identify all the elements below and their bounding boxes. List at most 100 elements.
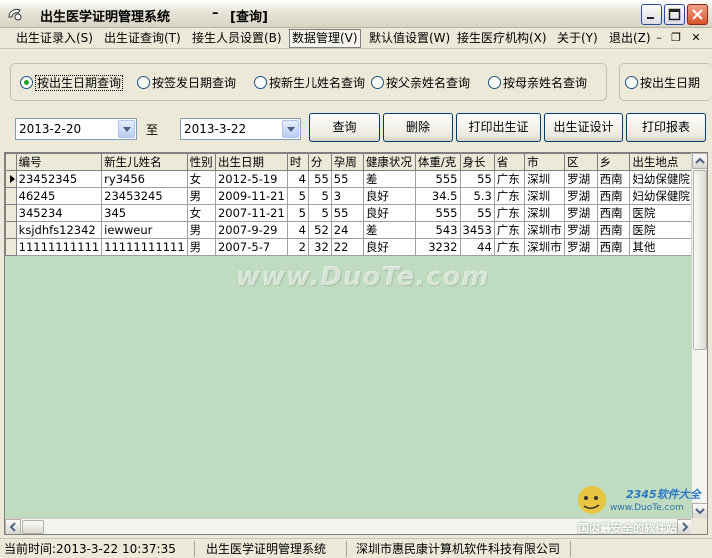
table-cell[interactable]: 4: [286, 221, 309, 239]
column-header[interactable]: 市: [524, 153, 566, 171]
table-cell[interactable]: 55: [459, 204, 495, 222]
table-cell[interactable]: 良好: [362, 187, 416, 205]
table-cell[interactable]: 妇幼保健院: [629, 187, 693, 205]
table-row[interactable]: 345234 345 女 2007-11-21 5 5 55 良好 555 55…: [5, 204, 693, 222]
menu-cert-entry[interactable]: 出生证录入(S): [16, 30, 93, 47]
table-cell[interactable]: 4: [286, 170, 309, 188]
table-cell[interactable]: 555: [414, 170, 461, 188]
menu-about[interactable]: 关于(Y): [557, 30, 598, 47]
column-header[interactable]: 分: [307, 153, 332, 171]
column-header[interactable]: 体重/克: [414, 153, 461, 171]
table-cell[interactable]: 医院: [629, 221, 693, 239]
table-cell[interactable]: 罗湖: [564, 204, 598, 222]
table-cell[interactable]: 46245: [15, 187, 103, 205]
radio-by-birth-date[interactable]: 按出生日期查询: [20, 75, 124, 91]
table-cell[interactable]: 2: [286, 238, 309, 256]
table-cell[interactable]: 西南: [596, 204, 631, 222]
table-row[interactable]: ksjdhfs12342 iewweur 男 2007-9-29 4 52 24…: [5, 221, 693, 239]
table-cell[interactable]: 女: [186, 204, 216, 222]
minimize-button[interactable]: [641, 4, 662, 25]
table-cell[interactable]: 罗湖: [564, 170, 598, 188]
table-cell[interactable]: 深圳: [524, 170, 566, 188]
column-header[interactable]: 出生地点: [629, 153, 693, 171]
menu-exit[interactable]: 退出(Z): [609, 30, 651, 47]
table-cell[interactable]: 55: [330, 204, 364, 222]
table-cell[interactable]: 5: [286, 187, 309, 205]
table-cell[interactable]: 男: [186, 238, 216, 256]
radio-by-mother-name[interactable]: 按母亲姓名查询: [488, 75, 587, 91]
horizontal-scroll-thumb[interactable]: [22, 520, 44, 534]
table-cell[interactable]: 55: [307, 170, 332, 188]
table-cell[interactable]: 5: [307, 187, 332, 205]
column-header[interactable]: 区: [564, 153, 598, 171]
table-cell[interactable]: 深圳市: [524, 221, 566, 239]
table-cell[interactable]: 44: [459, 238, 495, 256]
radio-by-father-name[interactable]: 按父亲姓名查询: [371, 75, 470, 91]
column-header[interactable]: 身长: [459, 153, 495, 171]
column-header[interactable]: 孕周: [330, 153, 364, 171]
table-cell[interactable]: 11111111111: [15, 238, 103, 256]
table-cell[interactable]: 2009-11-21: [214, 187, 288, 205]
table-cell[interactable]: 广东: [493, 204, 526, 222]
table-cell[interactable]: 良好: [362, 204, 416, 222]
table-cell[interactable]: 23453245: [101, 187, 188, 205]
table-cell[interactable]: 24: [330, 221, 364, 239]
chevron-down-icon[interactable]: [118, 120, 135, 138]
query-button[interactable]: 查询: [309, 113, 380, 142]
date-from-select[interactable]: 2013-2-20: [15, 118, 137, 140]
maximize-button[interactable]: [664, 4, 685, 25]
menu-midwife-setup[interactable]: 接生人员设置(B): [192, 30, 282, 47]
table-cell[interactable]: iewweur: [101, 221, 188, 239]
chevron-down-icon[interactable]: [282, 120, 299, 138]
table-cell[interactable]: 深圳市: [524, 238, 566, 256]
vertical-scroll-thumb[interactable]: [693, 170, 707, 350]
table-cell[interactable]: 52: [307, 221, 332, 239]
table-cell[interactable]: 广东: [493, 221, 526, 239]
close-button[interactable]: [687, 4, 708, 25]
table-cell[interactable]: 23452345: [15, 170, 103, 188]
delete-button[interactable]: 删除: [383, 113, 453, 142]
column-header[interactable]: 新生儿姓名: [101, 153, 188, 171]
table-cell[interactable]: 妇幼保健院: [629, 170, 693, 188]
table-cell[interactable]: ry3456: [101, 170, 188, 188]
table-row[interactable]: 46245 23453245 男 2009-11-21 5 5 3 良好 34.…: [5, 187, 693, 205]
table-cell[interactable]: 西南: [596, 170, 631, 188]
table-cell[interactable]: 5: [307, 204, 332, 222]
table-cell[interactable]: 55: [330, 170, 364, 188]
date-to-select[interactable]: 2013-3-22: [180, 118, 301, 140]
column-header[interactable]: 省: [493, 153, 526, 171]
column-header[interactable]: 性别: [186, 153, 216, 171]
table-cell[interactable]: 男: [186, 187, 216, 205]
table-cell[interactable]: 差: [362, 170, 416, 188]
radio-by-baby-name[interactable]: 按新生儿姓名查询: [254, 75, 365, 91]
table-cell[interactable]: 2012-5-19: [214, 170, 288, 188]
scroll-up-button[interactable]: [692, 153, 707, 169]
menu-data-management[interactable]: 数据管理(V): [289, 29, 361, 48]
table-cell[interactable]: 罗湖: [564, 187, 598, 205]
table-cell[interactable]: 5: [286, 204, 309, 222]
table-cell[interactable]: 11111111111: [101, 238, 188, 256]
table-cell[interactable]: 深圳: [524, 204, 566, 222]
table-cell[interactable]: 西南: [596, 187, 631, 205]
menu-cert-query[interactable]: 出生证查询(T): [104, 30, 181, 47]
table-cell[interactable]: 345: [101, 204, 188, 222]
table-cell[interactable]: 差: [362, 221, 416, 239]
table-cell[interactable]: 西南: [596, 221, 631, 239]
table-cell[interactable]: 3: [330, 187, 364, 205]
table-cell[interactable]: 罗湖: [564, 221, 598, 239]
table-cell[interactable]: 西南: [596, 238, 631, 256]
table-cell[interactable]: 55: [459, 170, 495, 188]
column-header[interactable]: 出生日期: [214, 153, 288, 171]
scroll-left-button[interactable]: [5, 519, 21, 534]
table-cell[interactable]: 男: [186, 221, 216, 239]
table-cell[interactable]: 32: [307, 238, 332, 256]
vertical-scrollbar[interactable]: [691, 153, 707, 519]
column-header[interactable]: 乡: [596, 153, 631, 171]
table-cell[interactable]: 医院: [629, 204, 693, 222]
print-cert-button[interactable]: 打印出生证: [456, 113, 541, 142]
radio-by-issue-date[interactable]: 按签发日期查询: [137, 75, 236, 91]
table-cell[interactable]: 女: [186, 170, 216, 188]
table-cell[interactable]: 22: [330, 238, 364, 256]
table-cell[interactable]: 5.3: [459, 187, 495, 205]
column-header[interactable]: 编号: [15, 153, 103, 171]
